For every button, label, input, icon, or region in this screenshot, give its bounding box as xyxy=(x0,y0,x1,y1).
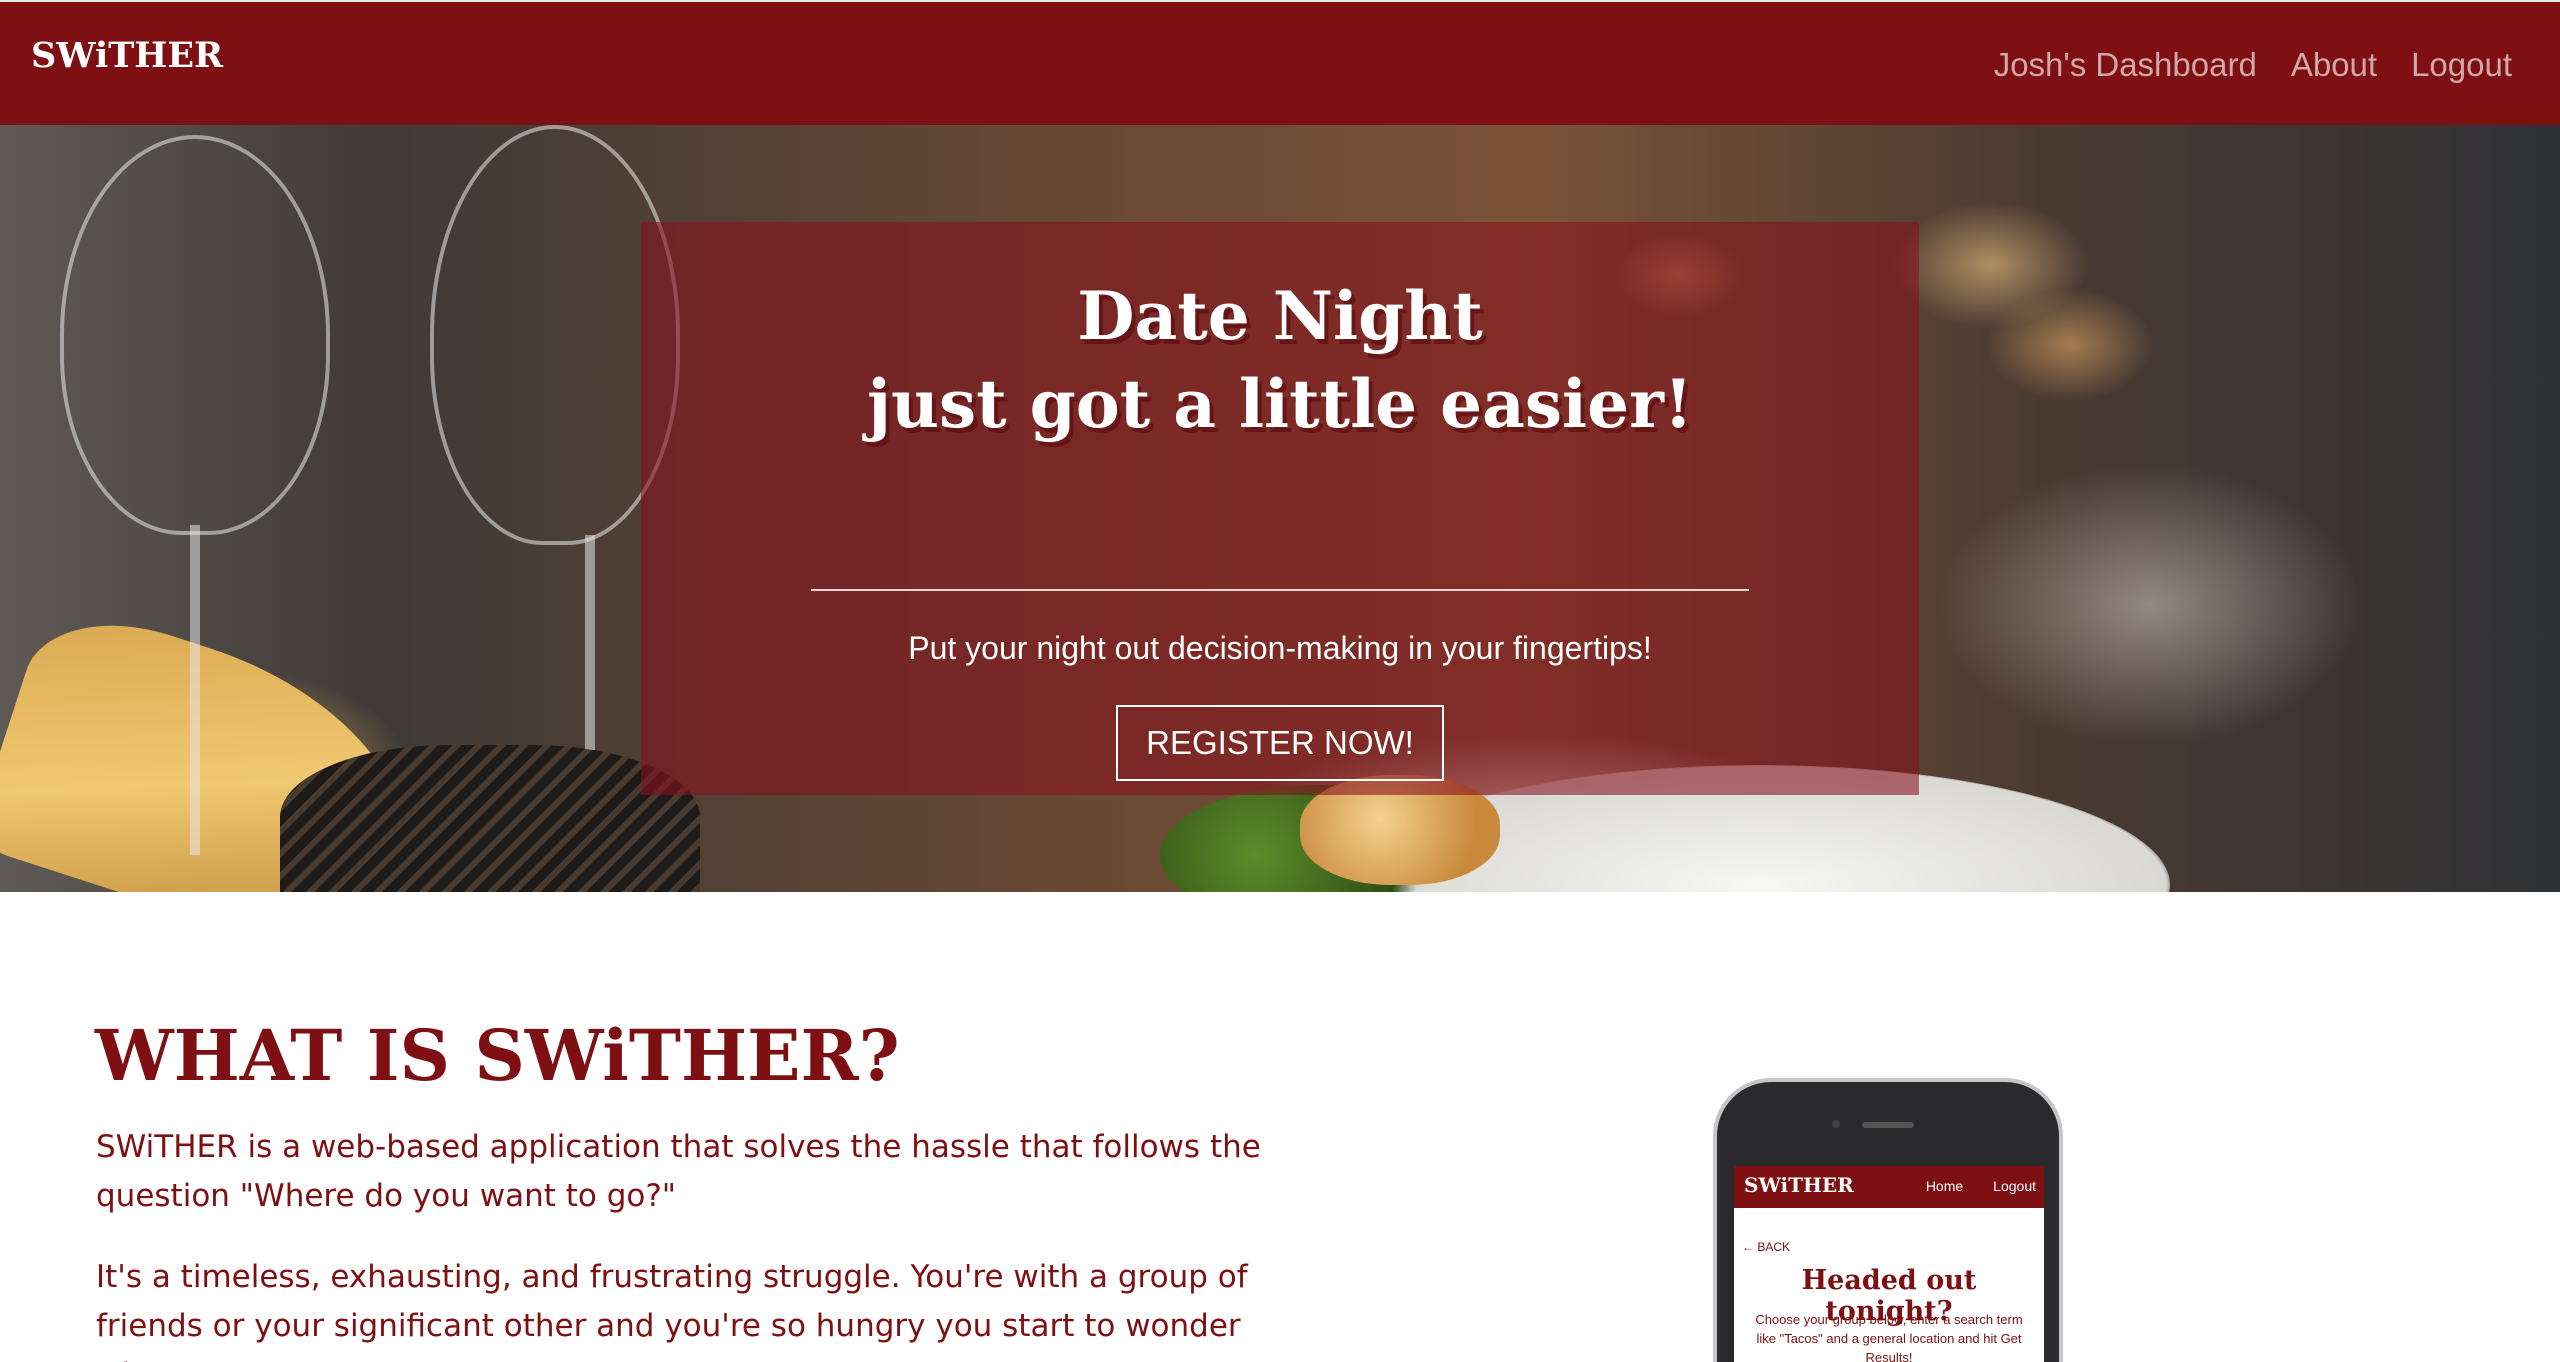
hero-title-line-1: Date Night xyxy=(1077,277,1483,355)
hero-wine-glass-image xyxy=(60,135,330,535)
phone-navbar: SWiTHER Home Logout xyxy=(1734,1166,2044,1208)
hero-title-line-2: just got a little easier! xyxy=(867,365,1693,443)
hero-title: Date Night just got a little easier! xyxy=(641,272,1919,448)
phone-mockup: SWiTHER Home Logout ← BACK Headed out to… xyxy=(1713,1078,2063,1362)
hero-glass-stem-image xyxy=(190,525,200,855)
phone-nav-home: Home xyxy=(1925,1178,1964,1194)
brand-logo[interactable]: SWiTHER xyxy=(31,35,223,76)
phone-screen: SWiTHER Home Logout ← BACK Headed out to… xyxy=(1734,1166,2044,1362)
hero-overlay-box: Date Night just got a little easier! Put… xyxy=(641,222,1919,795)
nav-link-about[interactable]: About xyxy=(2291,46,2377,84)
navbar: SWiTHER Josh's Dashboard About Logout xyxy=(0,0,2560,125)
about-paragraph-2: It's a timeless, exhausting, and frustra… xyxy=(96,1259,1248,1362)
phone-speaker xyxy=(1862,1122,1914,1128)
hero-section: Date Night just got a little easier! Put… xyxy=(0,125,2560,892)
about-title: WHAT IS SWiTHER? xyxy=(95,1014,900,1097)
phone-camera xyxy=(1832,1120,1840,1128)
hero-basket-image xyxy=(280,745,700,892)
phone-nav-links: Home Logout xyxy=(1926,1178,2036,1194)
hero-subtitle: Put your night out decision-making in yo… xyxy=(908,630,1652,666)
about-paragraph-1: SWiTHER is a web-based application that … xyxy=(96,1129,1261,1214)
phone-brand-logo: SWiTHER xyxy=(1744,1173,1854,1197)
nav-links: Josh's Dashboard About Logout xyxy=(1994,46,2512,84)
phone-back-link: ← BACK xyxy=(1742,1240,1791,1254)
phone-description: Choose your group below, enter a search … xyxy=(1755,1312,2023,1362)
nav-link-dashboard[interactable]: Josh's Dashboard xyxy=(1994,46,2257,84)
register-now-button[interactable]: REGISTER NOW! xyxy=(1116,705,1444,781)
nav-link-logout[interactable]: Logout xyxy=(2411,46,2512,84)
hero-divider xyxy=(811,589,1749,591)
phone-nav-logout: Logout xyxy=(1993,1178,2036,1194)
